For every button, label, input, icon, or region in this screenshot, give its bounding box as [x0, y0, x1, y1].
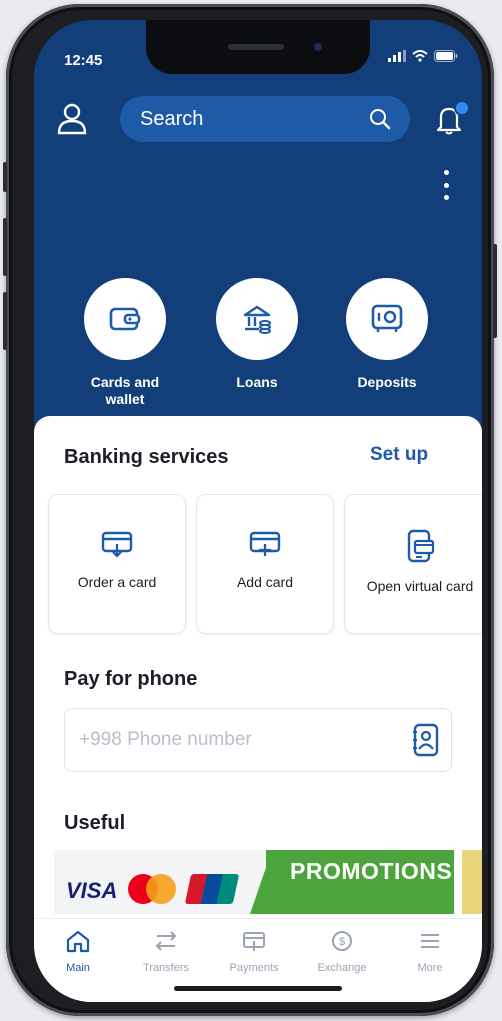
- menu-icon: [421, 934, 439, 948]
- quick-action-loans[interactable]: Loans: [202, 278, 312, 391]
- more-options-icon[interactable]: [438, 170, 454, 200]
- next-banner[interactable]: [462, 850, 482, 914]
- unionpay-logo: [184, 874, 240, 904]
- top-bar: Search: [34, 94, 482, 146]
- wallet-icon: [84, 278, 166, 360]
- service-card-virtual-card[interactable]: Open virtual card: [344, 494, 482, 634]
- bank-coins-icon: [216, 278, 298, 360]
- quick-action-label: Loans: [236, 374, 278, 390]
- quick-action-cards-wallet[interactable]: Cards and wallet: [70, 278, 180, 408]
- svg-text:$: $: [339, 936, 345, 948]
- tab-exchange[interactable]: $ Exchange: [302, 929, 382, 974]
- mastercard-logo-overlap: [146, 874, 176, 904]
- service-card-add-card[interactable]: Add card: [196, 494, 334, 634]
- quick-action-label: Deposits: [357, 374, 417, 390]
- battery-icon: [434, 50, 458, 62]
- status-icons: [388, 50, 458, 62]
- tab-label: Payments: [229, 962, 279, 974]
- mute-switch: [3, 162, 7, 192]
- home-icon: [66, 930, 90, 953]
- payments-icon: [243, 932, 265, 951]
- service-label: Add card: [236, 574, 294, 590]
- visa-logo: VISA: [66, 878, 118, 903]
- service-label: Open virtual card: [366, 578, 474, 594]
- safe-icon: [346, 278, 428, 360]
- search-icon[interactable]: [368, 107, 392, 131]
- front-camera: [314, 43, 322, 51]
- quick-action-deposits[interactable]: Deposits: [332, 278, 442, 391]
- pay-phone-title: Pay for phone: [64, 668, 198, 690]
- useful-carousel[interactable]: VISA PROMOTIONS: [54, 850, 482, 914]
- power-button: [493, 244, 497, 338]
- quick-action-label: Cards and wallet: [90, 374, 160, 407]
- tab-label: More: [417, 962, 443, 974]
- profile-icon[interactable]: [54, 100, 90, 136]
- service-label: Order a card: [77, 574, 157, 590]
- tab-transfers[interactable]: Transfers: [126, 929, 206, 974]
- promotions-label: PROMOTIONS: [290, 858, 453, 884]
- tab-more[interactable]: More: [390, 929, 470, 974]
- signal-icon: [388, 50, 406, 62]
- volume-up-button: [3, 218, 7, 276]
- card-download-icon: [101, 531, 133, 558]
- card-add-icon: [249, 531, 281, 556]
- tab-main[interactable]: Main: [38, 929, 118, 974]
- app-screen: 12:45 Search Cards and wallet Loans Depo…: [34, 20, 482, 1002]
- virtual-card-icon: [407, 529, 435, 563]
- transfer-icon: [155, 931, 177, 951]
- set-up-link[interactable]: Set up: [370, 444, 428, 466]
- banking-services-title: Banking services: [64, 446, 229, 468]
- contacts-book-icon[interactable]: [411, 723, 441, 757]
- content-sheet: Banking services Set up Order a card Add…: [34, 416, 482, 1002]
- useful-title: Useful: [64, 812, 126, 834]
- tab-label: Exchange: [317, 962, 367, 974]
- status-time: 12:45: [64, 52, 103, 69]
- payment-brands-banner[interactable]: VISA: [54, 850, 264, 914]
- wifi-icon: [412, 50, 428, 62]
- speaker: [228, 44, 284, 50]
- promotions-banner[interactable]: PROMOTIONS: [266, 850, 454, 914]
- search-bar[interactable]: Search: [120, 96, 410, 142]
- tab-payments[interactable]: Payments: [214, 929, 294, 974]
- phone-number-placeholder: +998 Phone number: [79, 729, 252, 750]
- tab-label: Main: [66, 962, 90, 974]
- phone-number-field[interactable]: +998 Phone number: [64, 708, 452, 772]
- search-placeholder: Search: [140, 107, 204, 130]
- notification-dot: [454, 100, 470, 116]
- volume-down-button: [3, 292, 7, 350]
- tab-label: Transfers: [142, 962, 190, 974]
- exchange-icon: $: [332, 931, 352, 951]
- home-indicator[interactable]: [174, 986, 342, 991]
- service-card-order-card[interactable]: Order a card: [48, 494, 186, 634]
- notch: [146, 20, 370, 74]
